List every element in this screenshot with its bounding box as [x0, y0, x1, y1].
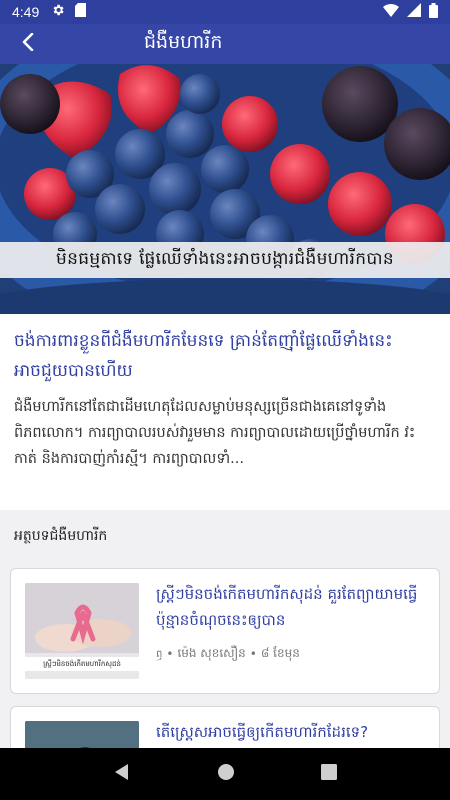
card-title[interactable]: ស្រ្តីៗមិនចង់កើតមហារីកសុដន់ គួរតែព្យាយាម…	[156, 581, 425, 633]
article-headline[interactable]: ចង់ការពារខ្លួនពីជំងឺមហារីកមែនទេ គ្រាន់តែ…	[14, 326, 436, 386]
related-article-card[interactable]: ស្រ្តីៗមិនចង់កើតមហារីកសុដន់ ស្រ្តីៗមិនចង…	[10, 568, 440, 694]
status-bar: 4:49	[0, 0, 450, 24]
article-summary: ជំងឺមហារីកនៅតែជាដើមហេតុដែលសម្លាប់មនុស្សច…	[14, 399, 416, 467]
card-title[interactable]: តើស្ត្រេសអាចធ្វើឲ្យកើតមហារីកដែរទេ?	[156, 719, 425, 745]
featured-article[interactable]: ចង់ការពារខ្លួនពីជំងឺមហារីកមែនទេ គ្រាន់តែ…	[0, 314, 450, 508]
nav-recents-icon[interactable]	[321, 764, 337, 784]
arrow-back-icon	[20, 32, 36, 55]
hero-image[interactable]: មិនធម្មតាទេ ផ្លែឈើទាំងនេះអាចបង្ការជំងឺមហ…	[0, 64, 450, 314]
hero-caption: មិនធម្មតាទេ ផ្លែឈើទាំងនេះអាចបង្ការជំងឺមហ…	[0, 242, 450, 278]
status-time: 4:49	[12, 4, 40, 20]
card-meta: ឭ • ម៉េង សុខសឿន • ៨ ខែមុន	[156, 646, 300, 661]
card-time: ៨ ខែមុន	[260, 646, 300, 660]
card-author: ម៉េង សុខសឿន	[177, 646, 246, 660]
page-title: ជំងឺមហារីក	[144, 31, 223, 53]
article-thumbnail: ស្រ្តីៗមិនចង់កើតមហារីកសុដន់	[25, 583, 139, 679]
author-icon: ឭ	[156, 648, 163, 660]
battery-icon	[429, 2, 438, 22]
section-title: អត្ថបទជំងឺមហារីក	[14, 528, 108, 544]
nav-back-icon[interactable]	[113, 763, 131, 785]
thumbnail-caption: ស្រ្តីៗមិនចង់កើតមហារីកសុដន់	[43, 660, 121, 668]
sd-card-icon	[75, 3, 87, 21]
nav-home-icon[interactable]	[217, 763, 235, 785]
app-bar: ជំងឺមហារីក	[0, 24, 450, 64]
settings-gear-icon	[51, 3, 65, 21]
system-nav-bar	[0, 748, 450, 800]
back-button[interactable]	[0, 24, 56, 64]
wifi-icon	[383, 3, 399, 21]
signal-icon	[407, 3, 421, 21]
